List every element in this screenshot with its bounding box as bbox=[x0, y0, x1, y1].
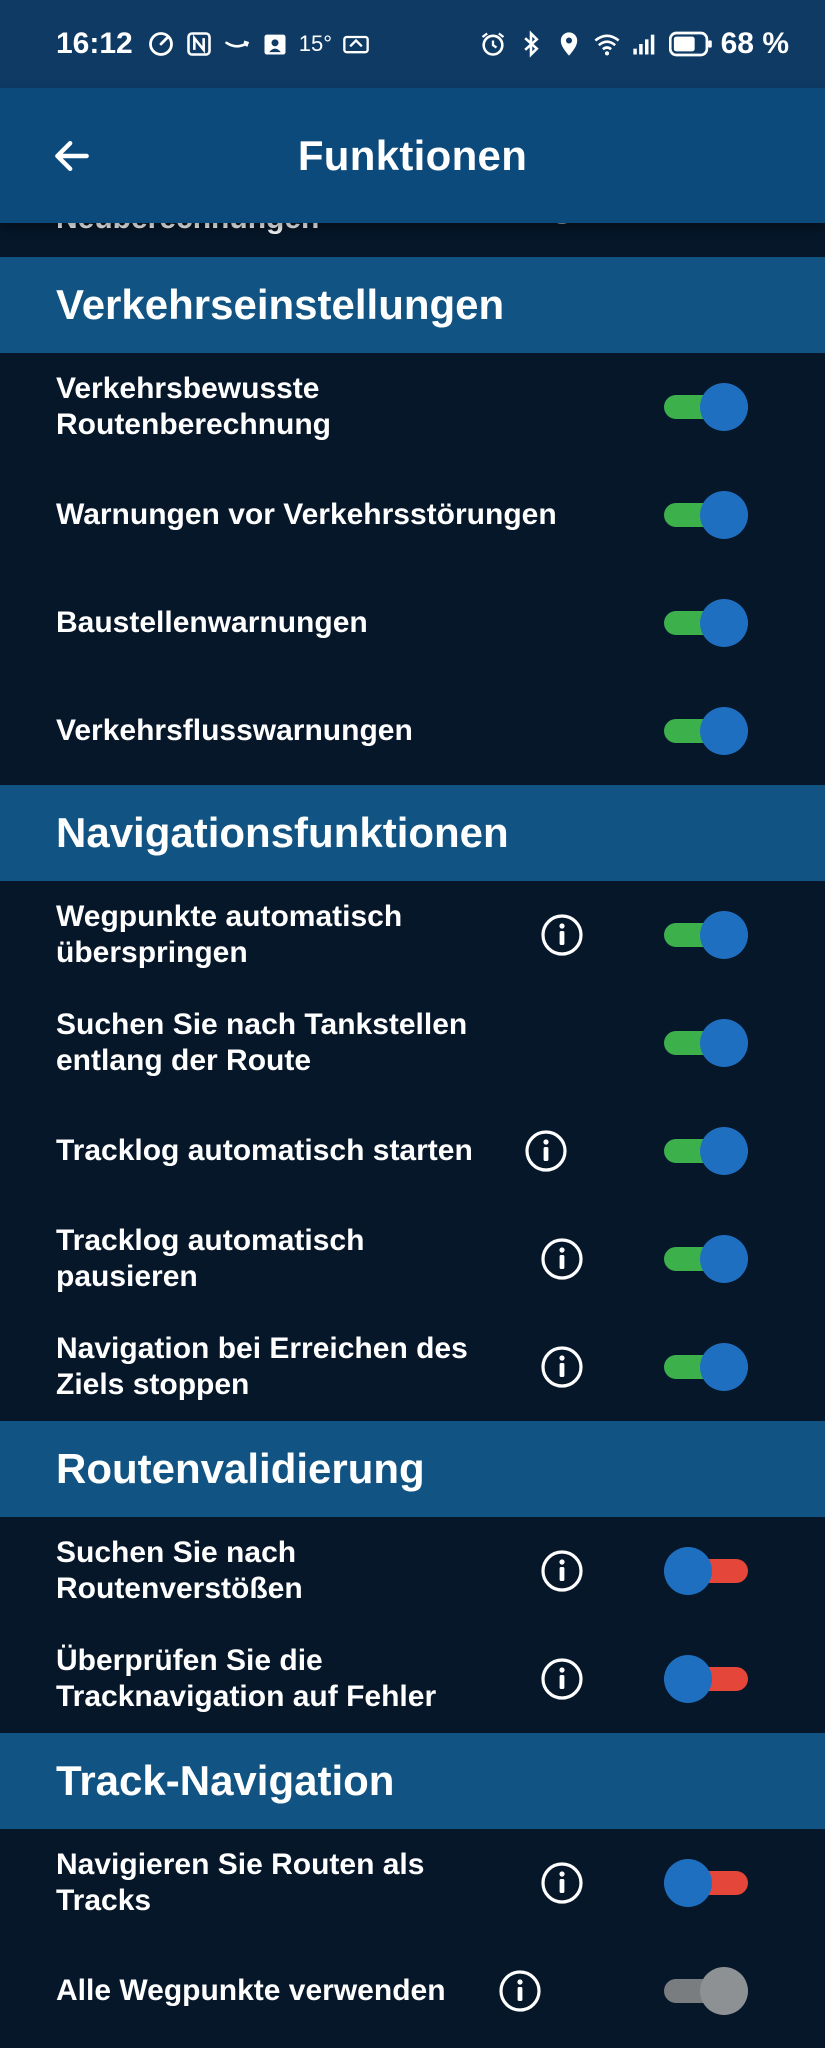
info-icon[interactable] bbox=[540, 1657, 584, 1701]
section-header-routenvalidierung: Routenvalidierung bbox=[0, 1421, 825, 1517]
calendar-person-icon bbox=[261, 30, 289, 58]
toggle-verkehrsbewusste-routenberechnung[interactable] bbox=[664, 383, 748, 431]
row-label: Suchen Sie nach Tankstellen entlang der … bbox=[56, 1008, 468, 1077]
status-time: 16:12 bbox=[56, 27, 133, 60]
toggle-knob bbox=[664, 1859, 712, 1907]
info-icon[interactable] bbox=[540, 913, 584, 957]
status-temperature: 15° bbox=[298, 31, 333, 56]
weather-icon bbox=[342, 30, 370, 58]
row-label: Navigieren Sie Routen als Tracks bbox=[56, 1848, 425, 1917]
section-title: Navigationsfunktionen bbox=[56, 809, 509, 856]
section-header-track-navigation: Track-Navigation bbox=[0, 1733, 825, 1829]
section-title: Routenvalidierung bbox=[56, 1445, 425, 1492]
row-label: Warnungen vor Verkehrsstörungen bbox=[56, 498, 557, 531]
info-icon[interactable] bbox=[540, 1345, 584, 1389]
row-label: Verkehrsbewusste Routenberechnung bbox=[56, 372, 331, 441]
battery-icon bbox=[668, 30, 713, 58]
toggle-knob bbox=[700, 1235, 748, 1283]
toggle-knob bbox=[664, 1547, 712, 1595]
toggle-knob bbox=[664, 1655, 712, 1703]
toggle-baustellenwarnungen[interactable] bbox=[664, 599, 748, 647]
bluetooth-icon bbox=[517, 30, 545, 58]
info-icon[interactable] bbox=[540, 1237, 584, 1281]
row-label: Überprüfen Sie die Tracknavigation auf F… bbox=[56, 1644, 437, 1713]
setting-row-baustellenwarnungen[interactable]: Baustellenwarnungen bbox=[0, 569, 825, 677]
setting-row-warnungen-verkehrsstoerungen[interactable]: Warnungen vor Verkehrsstörungen bbox=[0, 461, 825, 569]
setting-row-routen-als-tracks[interactable]: Navigieren Sie Routen als Tracks bbox=[0, 1829, 825, 1937]
section-header-navigationsfunktionen: Navigationsfunktionen bbox=[0, 785, 825, 881]
battery-percent: 68 % bbox=[720, 27, 789, 60]
section-header-verkehrseinstellungen: Verkehrseinstellungen bbox=[0, 257, 825, 353]
arrow-left-icon bbox=[55, 140, 89, 172]
setting-row-verkehrsflusswarnungen[interactable]: Verkehrsflusswarnungen bbox=[0, 677, 825, 785]
setting-row-tankstellen-suchen[interactable]: Suchen Sie nach Tankstellen entlang der … bbox=[0, 989, 825, 1097]
toggle-routenverstoesse[interactable] bbox=[664, 1547, 748, 1595]
row-label: Verkehrsflusswarnungen bbox=[56, 714, 413, 747]
info-icon[interactable] bbox=[540, 223, 584, 225]
setting-row-tracknavigation-pruefen[interactable]: Überprüfen Sie die Tracknavigation auf F… bbox=[0, 1625, 825, 1733]
toggle-alle-wegpunkte[interactable] bbox=[664, 1967, 748, 2015]
signal-icon bbox=[631, 30, 659, 58]
section-title: Track-Navigation bbox=[56, 1757, 395, 1804]
page-title: Funktionen bbox=[297, 131, 528, 179]
toggle-knob bbox=[700, 599, 748, 647]
status-bar: 16:12 15° 68 % bbox=[0, 0, 825, 88]
info-icon[interactable] bbox=[540, 1549, 584, 1593]
toggle-knob bbox=[700, 707, 748, 755]
alarm-icon bbox=[479, 30, 507, 58]
row-label: Neuberechnungen bbox=[56, 223, 319, 237]
section-title: Verkehrseinstellungen bbox=[56, 281, 505, 328]
settings-list[interactable]: Neuberechnungen Verkehrseinstellungen Ve… bbox=[0, 223, 825, 2048]
toggle-knob bbox=[700, 1967, 748, 2015]
row-label: Alle Wegpunkte verwenden bbox=[56, 1974, 446, 2007]
row-label: Tracklog automatisch pausieren bbox=[56, 1224, 365, 1293]
nfc-icon bbox=[185, 30, 213, 58]
row-label: Baustellenwarnungen bbox=[56, 606, 368, 639]
toggle-verkehrsflusswarnungen[interactable] bbox=[664, 707, 748, 755]
toggle-knob bbox=[700, 491, 748, 539]
toggle-wegpunkte-ueberspringen[interactable] bbox=[664, 911, 748, 959]
setting-row-navigation-stoppen[interactable]: Navigation bei Erreichen des Ziels stopp… bbox=[0, 1313, 825, 1421]
row-label: Tracklog automatisch starten bbox=[56, 1134, 473, 1167]
toggle-knob bbox=[700, 1019, 748, 1067]
toggle-tracknavigation-pruefen[interactable] bbox=[664, 1655, 748, 1703]
row-label: Suchen Sie nach Routenverstößen bbox=[56, 1536, 303, 1605]
amazon-icon bbox=[223, 30, 251, 58]
toggle-warnungen-verkehrsstoerungen[interactable] bbox=[664, 491, 748, 539]
battery-indicator: 68 % bbox=[668, 27, 789, 61]
toggle-knob bbox=[700, 383, 748, 431]
location-icon bbox=[555, 30, 583, 58]
row-label: Navigation bei Erreichen des Ziels stopp… bbox=[56, 1332, 468, 1401]
info-icon[interactable] bbox=[524, 1129, 568, 1173]
setting-row-verkehrsbewusste-routenberechnung[interactable]: Verkehrsbewusste Routenberechnung bbox=[0, 353, 825, 461]
setting-row-tracklog-starten[interactable]: Tracklog automatisch starten bbox=[0, 1097, 825, 1205]
partially-visible-row[interactable]: Neuberechnungen bbox=[0, 223, 825, 261]
setting-row-tracklog-pausieren[interactable]: Tracklog automatisch pausieren bbox=[0, 1205, 825, 1313]
toggle-knob bbox=[700, 911, 748, 959]
row-label: Wegpunkte automatisch überspringen bbox=[56, 900, 403, 969]
back-button[interactable] bbox=[40, 124, 104, 188]
toggle-tankstellen-suchen[interactable] bbox=[664, 1019, 748, 1067]
setting-row-routenverstoesse[interactable]: Suchen Sie nach Routenverstößen bbox=[0, 1517, 825, 1625]
toggle-navigation-stoppen[interactable] bbox=[664, 1343, 748, 1391]
info-icon[interactable] bbox=[540, 1861, 584, 1905]
toggle-knob bbox=[700, 1343, 748, 1391]
toggle-tracklog-pausieren[interactable] bbox=[664, 1235, 748, 1283]
speedometer-icon bbox=[147, 30, 175, 58]
app-header: Funktionen bbox=[0, 88, 825, 223]
setting-row-wegpunkte-ueberspringen[interactable]: Wegpunkte automatisch überspringen bbox=[0, 881, 825, 989]
toggle-knob bbox=[700, 1127, 748, 1175]
setting-row-alle-wegpunkte[interactable]: Alle Wegpunkte verwenden bbox=[0, 1937, 825, 2045]
info-icon[interactable] bbox=[498, 1969, 542, 2013]
toggle-tracklog-starten[interactable] bbox=[664, 1127, 748, 1175]
toggle-routen-als-tracks[interactable] bbox=[664, 1859, 748, 1907]
wifi-6-icon bbox=[593, 30, 621, 58]
